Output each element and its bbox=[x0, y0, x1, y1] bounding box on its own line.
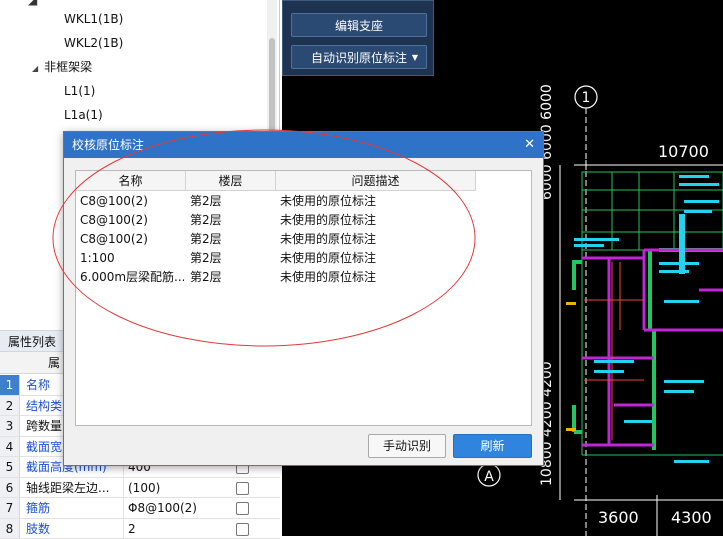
cell-description: 未使用的原位标注 bbox=[280, 230, 470, 249]
property-row-index: 3 bbox=[0, 416, 20, 436]
cell-description: 未使用的原位标注 bbox=[280, 249, 470, 268]
cell-floor: 第2层 bbox=[190, 230, 270, 249]
property-row-index: 8 bbox=[0, 519, 20, 539]
tree-item-non-frame-beam[interactable]: ◢ 非框架梁 bbox=[32, 57, 92, 77]
table-header: 名称 楼层 问题描述 bbox=[76, 171, 476, 191]
property-row-index: 7 bbox=[0, 498, 20, 518]
tree-item-label: 非框架梁 bbox=[44, 60, 92, 74]
property-row-index: 4 bbox=[0, 437, 20, 457]
property-checkbox[interactable] bbox=[236, 482, 249, 495]
cell-floor: 第2层 bbox=[190, 211, 270, 230]
check-annotation-dialog: 校核原位标注 ✕ 名称 楼层 问题描述 C8@100(2)第2层未使用的原位标注… bbox=[63, 131, 544, 466]
property-name: 轴线距梁左边... bbox=[26, 478, 122, 498]
cell-description: 未使用的原位标注 bbox=[280, 211, 470, 230]
column-header-name[interactable]: 名称 bbox=[76, 171, 186, 191]
dialog-title: 校核原位标注 bbox=[72, 132, 144, 158]
property-row-index: 1 bbox=[0, 375, 20, 395]
property-value[interactable]: (100) bbox=[123, 478, 233, 498]
cell-name: 1:100 bbox=[80, 249, 184, 268]
tree-item-wkl2[interactable]: WKL2(1B) bbox=[64, 33, 123, 53]
refresh-button[interactable]: 刷新 bbox=[453, 434, 532, 458]
property-value[interactable]: Φ8@100(2) bbox=[123, 498, 233, 518]
cad-red-lines bbox=[584, 262, 644, 440]
cell-floor: 第2层 bbox=[190, 268, 270, 287]
property-row-index: 6 bbox=[0, 478, 20, 498]
cell-name: C8@100(2) bbox=[80, 211, 184, 230]
edit-support-button[interactable]: 编辑支座 bbox=[291, 13, 427, 37]
property-checkbox[interactable] bbox=[236, 523, 249, 536]
auto-identify-dropdown[interactable]: 自动识别原位标注 ▼ bbox=[291, 45, 427, 69]
table-row[interactable]: 6.000m层梁配筋... 第2层未使用的原位标注 bbox=[76, 268, 476, 287]
table-row[interactable]: C8@100(2) 第2层未使用的原位标注 bbox=[76, 211, 476, 230]
dimension-bottom-1: 3600 bbox=[598, 508, 639, 527]
dialog-titlebar[interactable]: 校核原位标注 ✕ bbox=[64, 132, 543, 158]
cell-description: 未使用的原位标注 bbox=[280, 192, 470, 211]
tree-item-label: L1a(1) bbox=[64, 108, 103, 122]
dimension-top: 10700 bbox=[658, 142, 709, 161]
property-name: 箍筋 bbox=[26, 498, 122, 518]
collapse-triangle-icon[interactable]: ◢ bbox=[32, 59, 38, 79]
tree-item-label: WKL2(1B) bbox=[64, 36, 123, 50]
column-header-floor[interactable]: 楼层 bbox=[186, 171, 276, 191]
table-row[interactable]: 1:100 第2层未使用的原位标注 bbox=[76, 249, 476, 268]
cell-name: C8@100(2) bbox=[80, 192, 184, 211]
cell-description: 未使用的原位标注 bbox=[280, 268, 470, 287]
column-header-description[interactable]: 问题描述 bbox=[276, 171, 476, 191]
property-checkbox[interactable] bbox=[236, 502, 249, 515]
property-row[interactable]: 7 箍筋Φ8@100(2) bbox=[0, 498, 280, 519]
annotation-table: 名称 楼层 问题描述 C8@100(2)第2层未使用的原位标注C8@100(2)… bbox=[75, 170, 532, 426]
cell-name: C8@100(2) bbox=[80, 230, 184, 249]
property-row-index: 5 bbox=[0, 457, 20, 477]
auto-identify-label: 自动识别原位标注 bbox=[311, 51, 407, 65]
table-row[interactable]: C8@100(2) 第2层未使用的原位标注 bbox=[76, 192, 476, 211]
cad-small-text bbox=[574, 175, 719, 463]
cell-name: 6.000m层梁配筋... bbox=[80, 268, 184, 287]
manual-identify-button[interactable]: 手动识别 bbox=[368, 434, 446, 458]
dimension-lines bbox=[560, 160, 723, 536]
tree-item-wkl1[interactable]: WKL1(1B) bbox=[64, 9, 123, 29]
tree-item-label: WKL1(1B) bbox=[64, 12, 123, 26]
cell-floor: 第2层 bbox=[190, 249, 270, 268]
beam-toolbar: 编辑支座 自动识别原位标注 ▼ bbox=[282, 0, 434, 76]
axis-label-bottom: A bbox=[484, 469, 494, 485]
property-row-index: 2 bbox=[0, 396, 20, 416]
axis-label-top: 1 bbox=[582, 90, 591, 106]
table-row[interactable]: C8@100(2) 第2层未使用的原位标注 bbox=[76, 230, 476, 249]
tree-item-l1[interactable]: L1(1) bbox=[64, 81, 95, 101]
caret-down-icon: ▼ bbox=[412, 46, 418, 70]
tree-item-l1a[interactable]: L1a(1) bbox=[64, 105, 103, 125]
tree-item-label: L1(1) bbox=[64, 84, 95, 98]
property-header-label: 属 bbox=[48, 352, 60, 374]
cell-floor: 第2层 bbox=[190, 192, 270, 211]
property-row[interactable]: 6 轴线距梁左边...(100) bbox=[0, 478, 280, 499]
dimension-bottom-2: 4300 bbox=[671, 508, 712, 527]
property-value[interactable]: 2 bbox=[123, 519, 233, 539]
close-icon[interactable]: ✕ bbox=[524, 132, 535, 158]
